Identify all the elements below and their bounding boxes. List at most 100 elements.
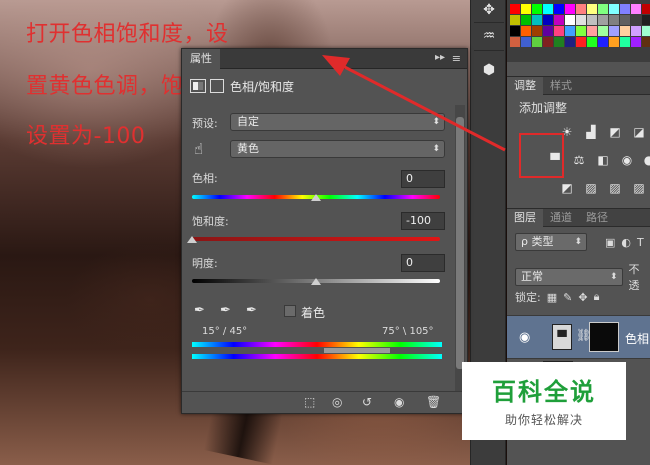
color-swatch[interactable] <box>609 26 619 36</box>
saturation-slider[interactable] <box>192 237 440 241</box>
visibility-eye-icon[interactable]: ◉ <box>394 395 404 409</box>
color-swatch[interactable] <box>521 26 531 36</box>
color-swatch[interactable] <box>598 37 608 47</box>
channel-select[interactable]: 黄色 ⬍ <box>230 140 445 158</box>
tab-styles[interactable]: 样式 <box>543 77 579 95</box>
gradient-map-icon[interactable]: ▨ <box>631 181 647 195</box>
eye-icon[interactable]: ◉ <box>519 330 530 345</box>
color-swatch[interactable] <box>554 4 564 14</box>
hue-slider-thumb[interactable] <box>311 194 321 201</box>
color-swatch[interactable] <box>631 26 641 36</box>
invert-icon[interactable]: ◩ <box>559 181 575 195</box>
preset-select[interactable]: 自定 ⬍ <box>230 113 445 131</box>
color-swatch[interactable] <box>521 15 531 25</box>
color-swatch[interactable] <box>587 26 597 36</box>
color-swatch[interactable] <box>565 26 575 36</box>
layer-mask-thumbnail[interactable] <box>589 322 619 352</box>
color-swatch[interactable] <box>543 26 553 36</box>
color-swatch[interactable] <box>598 4 608 14</box>
hue-value-field[interactable]: 0 <box>401 170 445 188</box>
color-swatch[interactable] <box>631 4 641 14</box>
color-swatch[interactable] <box>620 37 630 47</box>
color-swatch[interactable] <box>565 4 575 14</box>
lock-all-icon[interactable]: 🔒︎ <box>594 290 600 304</box>
color-swatch[interactable] <box>532 26 542 36</box>
lightness-slider-thumb[interactable] <box>311 278 321 285</box>
color-swatch[interactable] <box>587 15 597 25</box>
color-swatch[interactable] <box>609 37 619 47</box>
lightness-value-field[interactable]: 0 <box>401 254 445 272</box>
targeted-adjust-hand-icon[interactable]: ☝ <box>194 140 203 158</box>
view-previous-state-icon[interactable]: ◎ <box>332 395 342 409</box>
color-balance-icon[interactable]: ⚖ <box>571 153 587 167</box>
color-swatch[interactable] <box>576 15 586 25</box>
clip-to-layer-icon[interactable]: ⬚ <box>304 395 315 409</box>
panel-menu-icon[interactable]: ≡ <box>452 52 461 65</box>
mask-icon[interactable] <box>210 79 224 93</box>
saturation-slider-thumb[interactable] <box>187 236 197 243</box>
eyedropper-plus-icon[interactable]: ✒ <box>220 303 231 318</box>
color-swatch[interactable] <box>587 4 597 14</box>
color-swatch[interactable] <box>510 26 520 36</box>
color-swatch[interactable] <box>620 4 630 14</box>
color-swatch[interactable] <box>532 37 542 47</box>
color-swatch[interactable] <box>642 37 650 47</box>
color-swatch[interactable] <box>620 26 630 36</box>
eyedropper-minus-icon[interactable]: ✒ <box>246 303 257 318</box>
channel-mixer-icon[interactable]: ● <box>641 153 650 167</box>
color-swatch[interactable] <box>620 15 630 25</box>
threshold-icon[interactable]: ▨ <box>607 181 623 195</box>
color-swatch[interactable] <box>554 15 564 25</box>
color-swatch[interactable] <box>543 15 553 25</box>
layer-row-hue-saturation[interactable]: ◉ ▀ ⛓ 色相 <box>507 315 650 359</box>
color-swatch[interactable] <box>587 37 597 47</box>
color-swatch[interactable] <box>532 4 542 14</box>
brush-preset-icon[interactable]: ✥ <box>477 0 501 20</box>
trash-icon[interactable]: 🗑︎ <box>426 395 441 409</box>
color-swatch[interactable] <box>510 4 520 14</box>
color-swatch[interactable] <box>521 37 531 47</box>
color-swatch[interactable] <box>510 37 520 47</box>
tab-adjustments[interactable]: 调整 <box>507 76 543 95</box>
adjustment-filter-icon[interactable]: ◐ <box>621 236 631 249</box>
lock-move-icon[interactable]: ✥ <box>578 291 587 304</box>
black-white-icon[interactable]: ◧ <box>595 153 611 167</box>
posterize-icon[interactable]: ▨ <box>583 181 599 195</box>
lock-brush-icon[interactable]: ✎ <box>563 291 572 304</box>
blend-mode-select[interactable]: 正常 ⬍ <box>515 268 623 286</box>
curves-icon[interactable]: ◩ <box>607 125 623 139</box>
color-swatch[interactable] <box>543 37 553 47</box>
scrollbar-thumb[interactable] <box>456 117 464 369</box>
color-swatch[interactable] <box>609 15 619 25</box>
color-swatch[interactable] <box>642 4 650 14</box>
hue-saturation-icon[interactable] <box>190 79 206 93</box>
color-swatch[interactable] <box>532 15 542 25</box>
color-swatch[interactable] <box>565 15 575 25</box>
properties-scrollbar[interactable] <box>455 105 465 401</box>
color-swatch[interactable] <box>554 26 564 36</box>
layer-filter-select[interactable]: ρ 类型 ⬍ <box>515 233 587 251</box>
color-swatch[interactable] <box>598 15 608 25</box>
color-swatch[interactable] <box>565 37 575 47</box>
eyedropper-icon[interactable]: ✒ <box>194 303 205 318</box>
photo-filter-icon[interactable]: ◉ <box>619 153 635 167</box>
color-swatch[interactable] <box>510 15 520 25</box>
exposure-icon[interactable]: ◪ <box>631 125 647 139</box>
color-swatch[interactable] <box>631 37 641 47</box>
color-swatch[interactable] <box>598 26 608 36</box>
colorize-checkbox[interactable] <box>284 305 296 317</box>
saturation-value-field[interactable]: -100 <box>401 212 445 230</box>
color-swatch[interactable] <box>631 15 641 25</box>
color-swatch[interactable] <box>543 4 553 14</box>
layer-name[interactable]: 色相 <box>625 330 649 347</box>
tab-layers[interactable]: 图层 <box>507 208 543 227</box>
color-swatch[interactable] <box>554 37 564 47</box>
color-swatch[interactable] <box>576 37 586 47</box>
cube-3d-icon[interactable]: ⬢ <box>477 60 501 80</box>
lock-transparent-icon[interactable]: ▦ <box>547 291 557 304</box>
collapse-icon[interactable]: ▸▸ <box>435 52 445 63</box>
color-swatch[interactable] <box>642 15 650 25</box>
color-range-slider[interactable] <box>324 348 390 353</box>
tab-paths[interactable]: 路径 <box>579 209 615 227</box>
color-swatch[interactable] <box>609 4 619 14</box>
